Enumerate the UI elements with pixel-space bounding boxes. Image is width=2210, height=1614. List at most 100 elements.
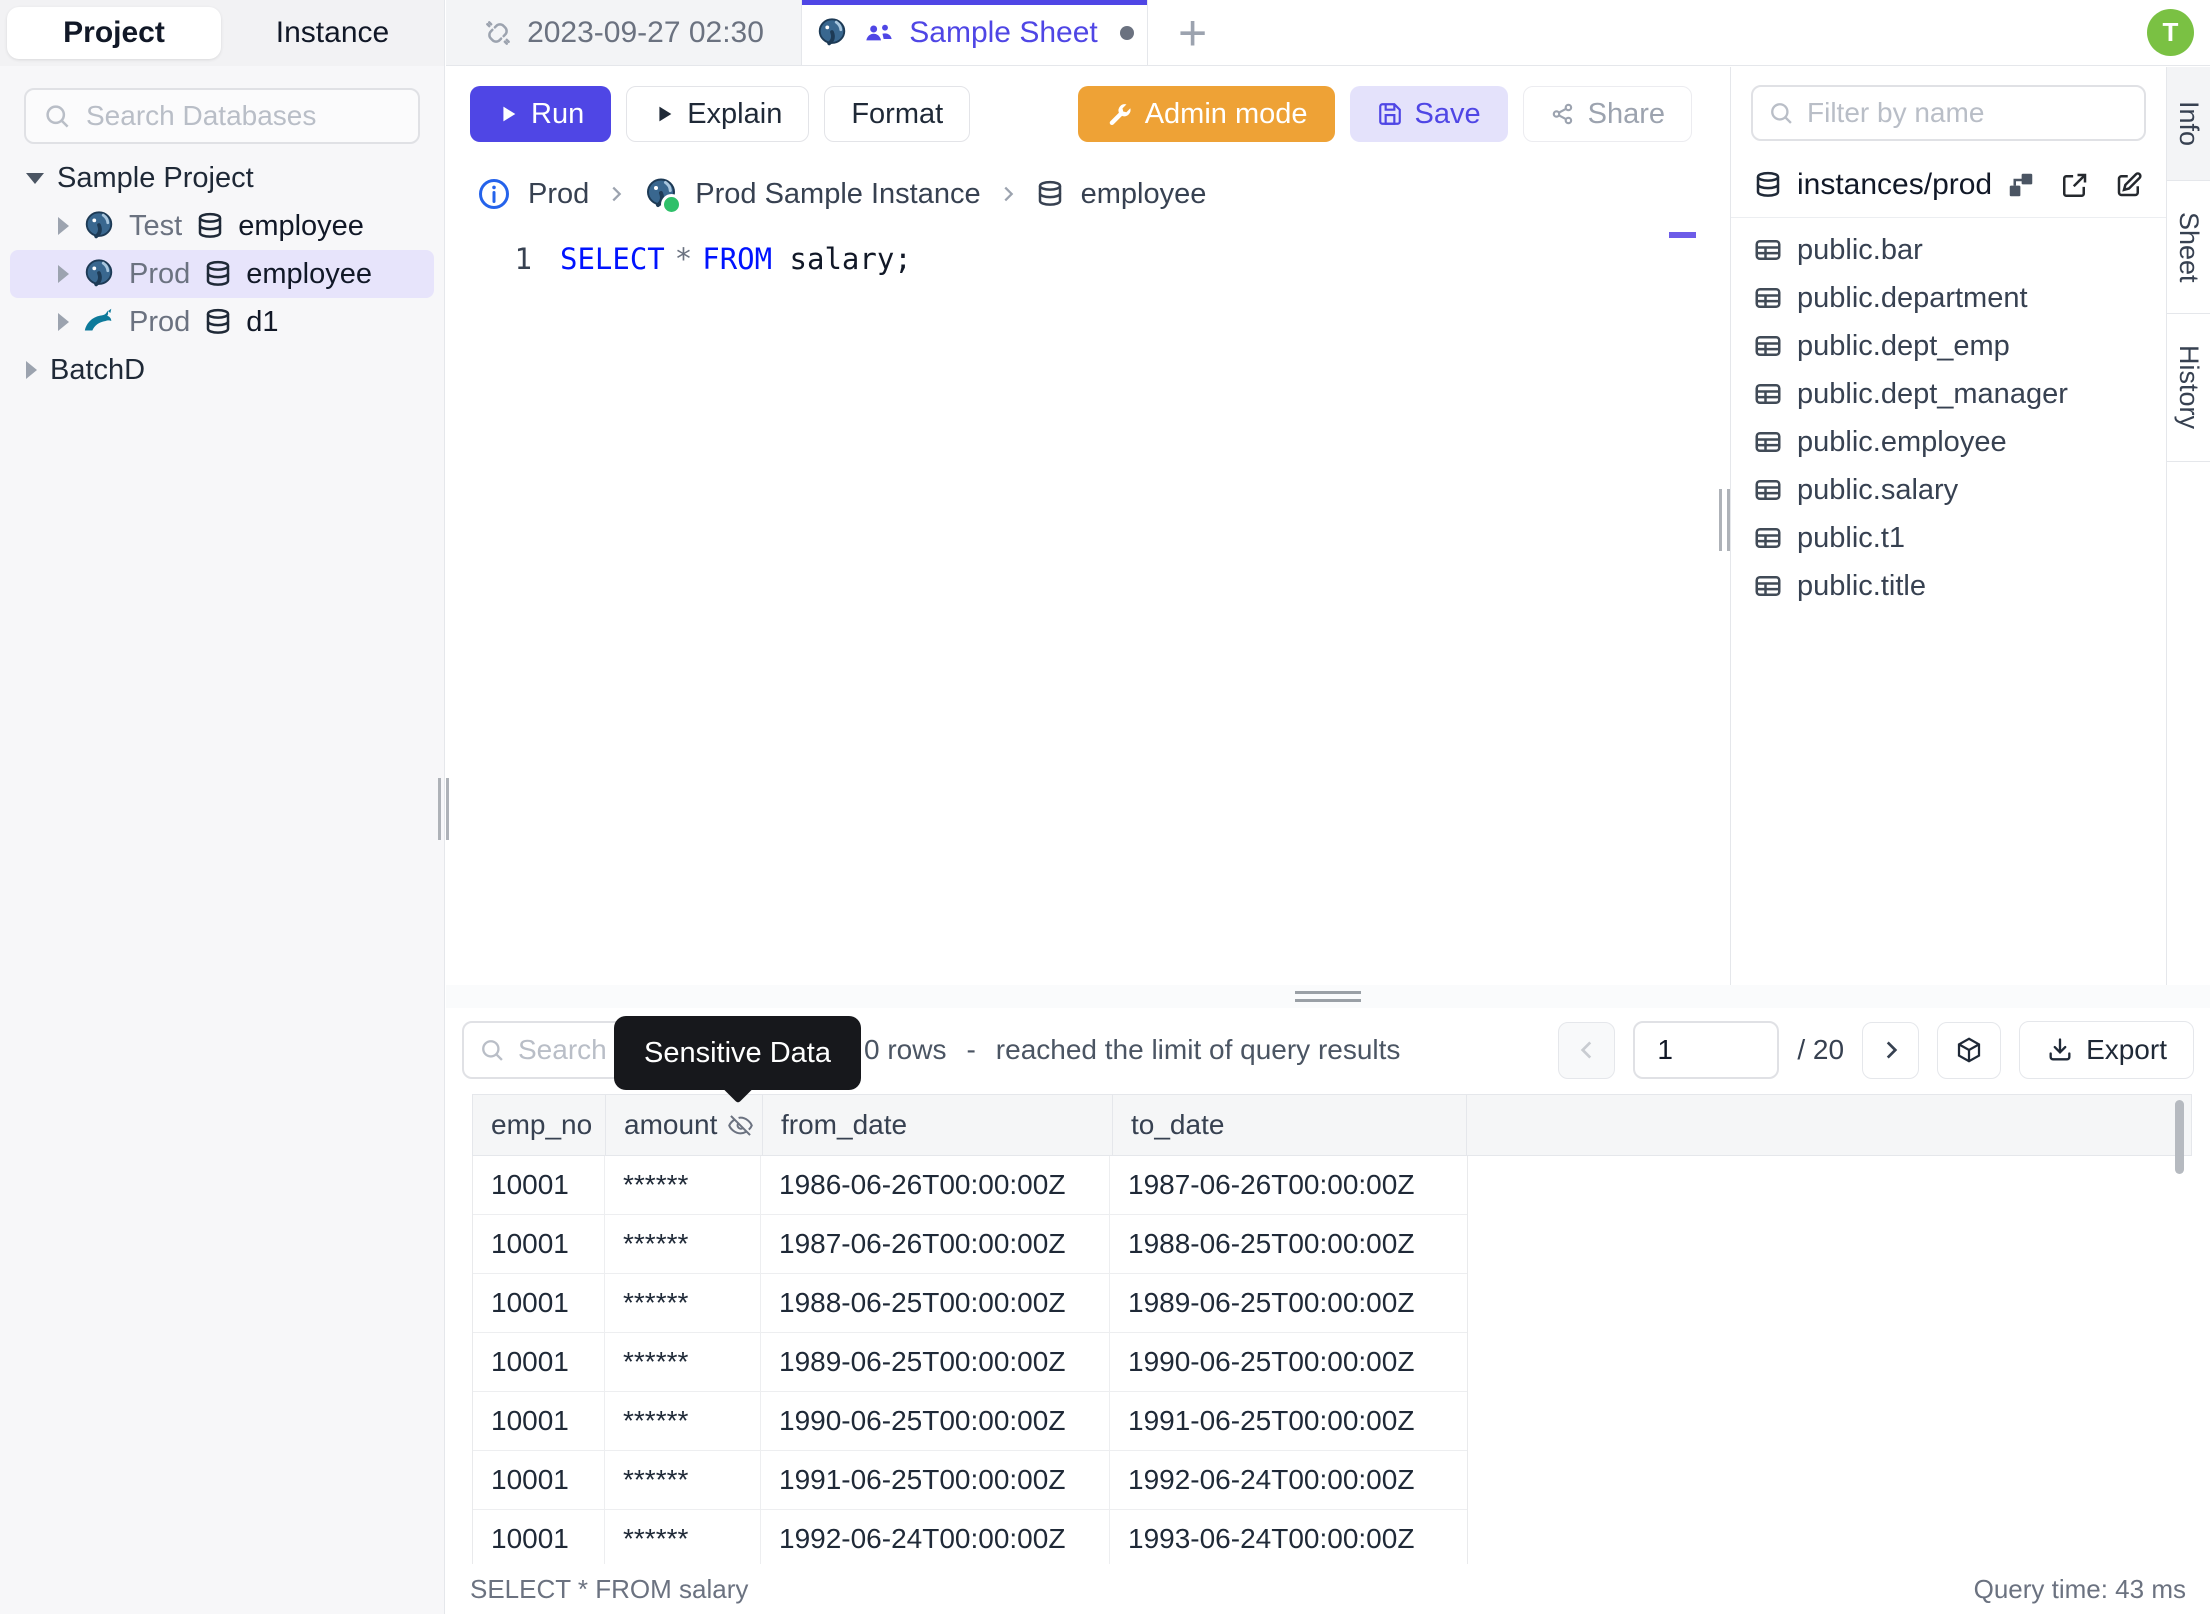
- caret-right-icon[interactable]: [58, 265, 69, 283]
- table-list-item[interactable]: public.employee: [1731, 418, 2166, 466]
- cell-to-date: 1990-06-25T00:00:00Z: [1128, 1346, 1415, 1377]
- eye-off-icon[interactable]: [727, 1112, 754, 1139]
- new-tab-button[interactable]: +: [1178, 8, 1207, 58]
- filter-placeholder: Filter by name: [1807, 97, 1985, 128]
- caret-down-icon[interactable]: [26, 172, 44, 184]
- cell-emp-no: 10001: [473, 1392, 605, 1450]
- edit-icon[interactable]: [2114, 170, 2144, 200]
- caret-right-icon[interactable]: [58, 313, 69, 331]
- right-panel-resize-handle[interactable]: [1719, 489, 1730, 551]
- format-button[interactable]: Format: [824, 86, 971, 142]
- cell-emp-no: 10001: [473, 1156, 605, 1214]
- tree-item-test-employee[interactable]: Test employee: [0, 202, 444, 250]
- table-list-item[interactable]: public.t1: [1731, 514, 2166, 562]
- column-header-to-date: to_date: [1113, 1095, 1467, 1155]
- sidebar-mode-switcher: Project Instance: [0, 0, 444, 66]
- executed-query-text: SELECT * FROM salary: [470, 1573, 749, 1604]
- save-label: Save: [1414, 97, 1481, 130]
- tab-sample-sheet-active[interactable]: Sample Sheet: [802, 0, 1148, 65]
- rows-dash: -: [966, 1034, 976, 1065]
- table-row: 10001 ****** 1989-06-25T00:00:00Z 1990-0…: [473, 1333, 1467, 1392]
- db-label: employee: [238, 209, 364, 242]
- share-icon: [1552, 103, 1572, 125]
- explain-label: Explain: [687, 97, 783, 130]
- admin-mode-label: Admin mode: [1144, 97, 1308, 130]
- search-databases-input[interactable]: Search Databases: [24, 88, 420, 144]
- results-search-placeholder: Search: [518, 1034, 607, 1065]
- play-icon: [503, 106, 516, 122]
- schema-diagram-icon[interactable]: [2006, 170, 2036, 200]
- cell-from-date: 1987-06-26T00:00:00Z: [761, 1215, 1110, 1273]
- save-button[interactable]: Save: [1349, 86, 1508, 142]
- results-status-bar: SELECT * FROM salary Query time: 43 ms: [446, 1564, 2210, 1614]
- tree-item-prod-d1[interactable]: Prod d1: [0, 298, 444, 346]
- admin-mode-button[interactable]: Admin mode: [1077, 86, 1335, 142]
- tab-history[interactable]: History: [2167, 314, 2210, 462]
- run-button[interactable]: Run: [470, 86, 612, 142]
- rows-limit-text: reached the limit of query results: [995, 1034, 1401, 1065]
- breadcrumb-env[interactable]: Prod: [528, 178, 589, 211]
- table-icon: [1755, 336, 1781, 356]
- cube-icon: [1957, 1037, 1981, 1063]
- results-toolbar: Search 0 rows - reached the limit of que…: [446, 1014, 2210, 1090]
- chevron-right-icon: [1004, 186, 1013, 202]
- sql-editor[interactable]: 1 SELECT * FROM salary;: [446, 220, 1716, 985]
- breadcrumb-database[interactable]: employee: [1081, 178, 1207, 211]
- table-list-item[interactable]: public.dept_emp: [1731, 322, 2166, 370]
- info-icon[interactable]: [476, 176, 512, 212]
- tab-adhoc-sheet[interactable]: 2023-09-27 02:30: [446, 0, 802, 65]
- editor-overview-ruler-mark: [1669, 232, 1696, 238]
- user-avatar[interactable]: T: [2147, 9, 2194, 56]
- next-page-button[interactable]: [1862, 1021, 1920, 1079]
- tab-sheet[interactable]: Sheet: [2167, 181, 2210, 314]
- tab-project[interactable]: Project: [7, 7, 221, 59]
- cell-amount-masked: ******: [605, 1156, 761, 1214]
- caret-right-icon[interactable]: [58, 217, 69, 235]
- explain-button[interactable]: Explain: [626, 86, 810, 142]
- search-databases-placeholder: Search Databases: [86, 100, 317, 131]
- table-list: public.bar public.department public.dept…: [1731, 226, 2166, 610]
- tree-item-batchd[interactable]: BatchD: [0, 346, 444, 394]
- export-button[interactable]: Export: [2019, 1021, 2194, 1079]
- tree-item-sample-project[interactable]: Sample Project: [0, 154, 444, 202]
- table-list-item[interactable]: public.bar: [1731, 226, 2166, 274]
- results-resize-handle[interactable]: [446, 985, 2210, 1008]
- table-list-item[interactable]: public.title: [1731, 562, 2166, 610]
- breadcrumb-instance[interactable]: Prod Sample Instance: [695, 178, 980, 211]
- chevron-right-icon: [612, 186, 622, 202]
- tab-instance[interactable]: Instance: [221, 16, 444, 50]
- page-number-input[interactable]: [1633, 1021, 1780, 1079]
- env-label: Test: [129, 209, 183, 242]
- sidebar-resize-handle[interactable]: [438, 778, 449, 840]
- table-name: public.department: [1797, 281, 2028, 314]
- external-link-icon[interactable]: [2060, 170, 2090, 200]
- tab-history-label: History: [2174, 345, 2204, 430]
- instance-icon-wrap: [643, 176, 683, 215]
- table-list-item[interactable]: public.department: [1731, 274, 2166, 322]
- filter-by-name-input[interactable]: Filter by name: [1751, 85, 2146, 141]
- results-scrollbar-thumb[interactable]: [2175, 1100, 2184, 1174]
- visualize-button[interactable]: [1937, 1021, 2002, 1079]
- caret-right-icon[interactable]: [26, 361, 37, 379]
- rows-info: 0 rows - reached the limit of query resu…: [864, 1034, 1400, 1066]
- table-icon: [1755, 432, 1781, 452]
- table-list-item[interactable]: public.salary: [1731, 466, 2166, 514]
- cell-from-date: 1992-06-24T00:00:00Z: [761, 1510, 1110, 1568]
- wrench-icon: [1109, 104, 1131, 126]
- query-time: Query time: 43 ms: [1973, 1573, 2186, 1604]
- table-list-item[interactable]: public.dept_manager: [1731, 370, 2166, 418]
- table-name: public.employee: [1797, 425, 2007, 458]
- share-button[interactable]: Share: [1522, 86, 1692, 142]
- breadcrumb: Prod Prod Sample Instance employee: [446, 168, 1206, 220]
- cell-from-date: 1991-06-25T00:00:00Z: [761, 1451, 1110, 1509]
- tree-item-prod-employee-selected[interactable]: Prod employee: [10, 250, 434, 298]
- table-name: public.dept_manager: [1797, 377, 2068, 410]
- sql-keyword-from: FROM: [702, 242, 773, 276]
- sql-star: *: [674, 242, 693, 276]
- tab-info[interactable]: Info: [2167, 67, 2210, 181]
- sql-editor-app: Project Instance Search Databases Sample…: [0, 0, 2210, 1614]
- sql-table-name: salary;: [789, 242, 912, 276]
- prev-page-button[interactable]: [1558, 1021, 1616, 1079]
- env-label: Prod: [129, 257, 191, 290]
- cell-emp-no: 10001: [473, 1274, 605, 1332]
